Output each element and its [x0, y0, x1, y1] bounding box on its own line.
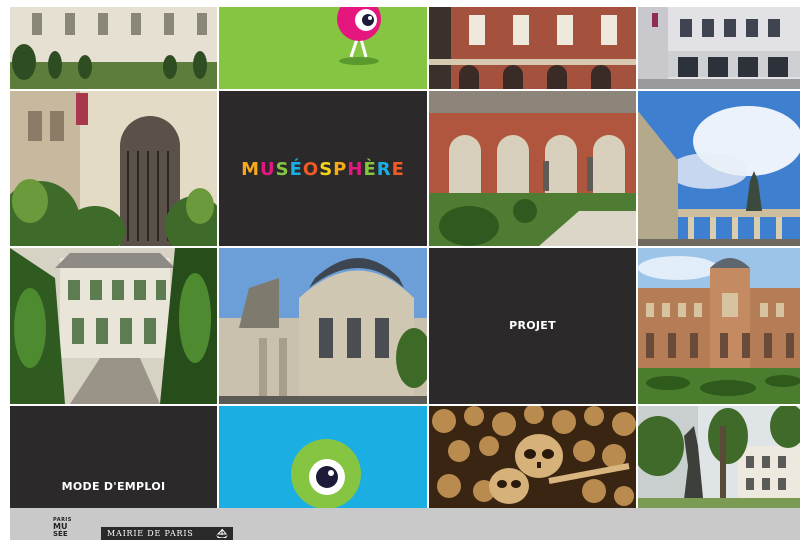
projet-label: PROJET [509, 319, 556, 332]
photo-tile-grand-palais[interactable] [219, 248, 427, 404]
mairie-ship-icon [216, 528, 228, 538]
photo-tile-mansion-garden[interactable] [10, 7, 217, 89]
mairie-de-paris-logo[interactable]: MAIRIE DE PARIS [101, 527, 233, 540]
green-eye-tile[interactable] [219, 406, 427, 508]
museosphere-mascot-tile[interactable] [219, 7, 427, 89]
mairie-label: MAIRIE DE PARIS [107, 529, 194, 538]
green-eye-icon [291, 439, 361, 508]
projet-tile[interactable]: PROJET [429, 248, 636, 404]
photo-tile-courtyard-doorway[interactable] [10, 91, 217, 246]
photo-tile-museum-formal-garden[interactable] [638, 248, 800, 404]
photo-tile-modern-building[interactable] [638, 7, 800, 89]
photo-tile-brick-arcade[interactable] [429, 7, 636, 89]
footer-bar: PARIS MU SÉE MAIRIE DE PARIS [10, 508, 800, 540]
pink-eye-character-icon [337, 7, 381, 65]
mode-emploi-tile[interactable]: MODE D'EMPLOI [10, 406, 217, 508]
photo-tile-catacombs-skulls[interactable] [429, 406, 636, 508]
tile-grid: MUSÉOSPHÈRE PROJET MODE D'EMPLOI [10, 7, 800, 508]
photo-tile-ivy-alley-house[interactable] [10, 248, 217, 404]
photo-tile-sculpture-garden[interactable] [638, 406, 800, 508]
paris-musees-logo-icon[interactable]: PARIS MU SÉE [53, 517, 78, 539]
photo-tile-museum-garden-statues[interactable] [429, 91, 636, 246]
museosphere-letters: MUSÉOSPHÈRE [241, 159, 405, 180]
mode-emploi-label: MODE D'EMPLOI [61, 480, 166, 493]
museosphere-title: MUSÉOSPHÈRE [219, 159, 427, 180]
museosphere-title-tile[interactable]: MUSÉOSPHÈRE [219, 91, 427, 246]
photo-tile-colonnade-statue[interactable] [638, 91, 800, 246]
logo-line2-text: SÉE [53, 530, 68, 538]
